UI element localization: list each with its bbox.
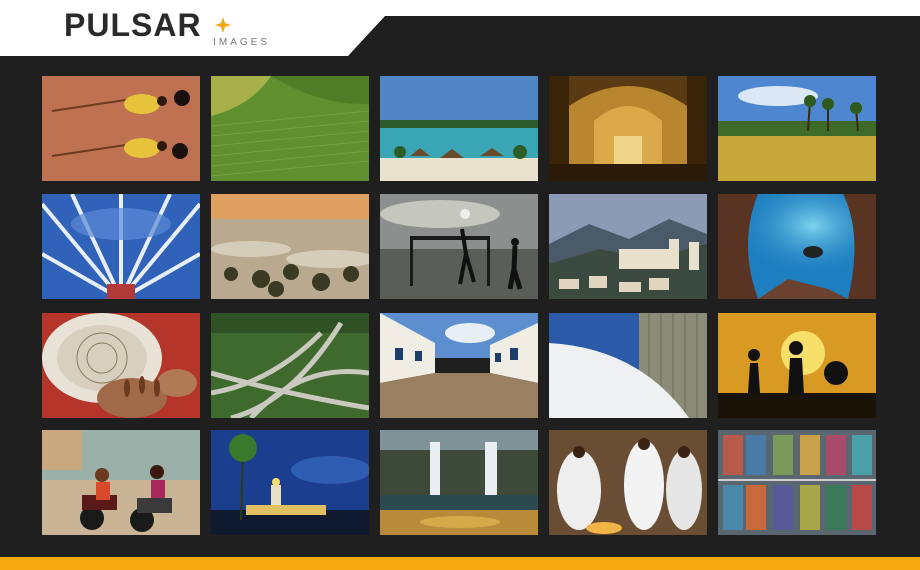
thumbnail-lace-making-bobbins[interactable] [42,313,200,418]
thumbnail-misty-forest-sunrise[interactable] [211,194,369,299]
thumbnail-children-silhouette-sunset[interactable] [718,313,876,418]
thumbnail-palm-savanna[interactable] [718,76,876,181]
thumbnail-aerial-people-with-bows[interactable] [42,76,200,181]
thumbnail-modern-building-curve[interactable] [549,313,707,418]
thumbnail-beach-huts-lagoon[interactable] [380,76,538,181]
logo-spark-icon [215,17,231,33]
thumbnail-waterfall-canyon[interactable] [380,430,538,535]
thumbnail-ceremony-white-dress[interactable] [549,430,707,535]
thumbnail-beach-soccer-goal[interactable] [380,194,538,299]
thumbnail-green-crop-field[interactable] [211,76,369,181]
thumbnail-container-port-aerial[interactable] [718,430,876,535]
thumbnail-baroque-church-interior[interactable] [549,76,707,181]
thumbnail-lighthouse-at-night[interactable] [211,430,369,535]
logo-wordmark: PULSAR [64,7,202,43]
logo-subtitle: IMAGES [213,37,270,48]
thumbnail-motorcycle-riders[interactable] [42,430,200,535]
thumbnail-cathedral-stained-glass-ceiling[interactable] [42,194,200,299]
thumbnail-colonial-town-mountains[interactable] [549,194,707,299]
thumbnail-colonial-cobblestone-street[interactable] [380,313,538,418]
pulsar-images-logo[interactable]: PULSAR IMAGES [64,8,274,50]
thumbnail-diver-in-cave[interactable] [718,194,876,299]
bottom-accent-bar [0,557,920,570]
thumbnail-highway-interchange[interactable] [211,313,369,418]
